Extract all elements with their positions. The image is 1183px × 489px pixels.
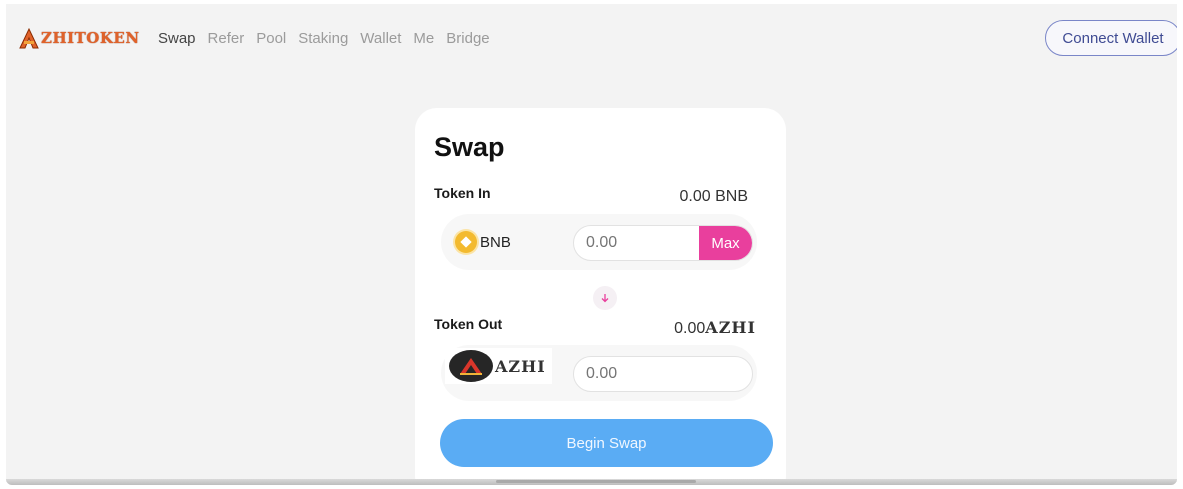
brand-logo[interactable]: ZHITOKEN	[18, 24, 140, 52]
main-nav: Swap Refer Pool Staking Wallet Me Bridge	[158, 30, 502, 47]
token-out-symbol: AZHI	[495, 356, 546, 376]
token-in-label: Token In	[434, 185, 491, 201]
token-in-selector[interactable]: BNB	[455, 231, 511, 253]
window-bottom-bezel	[6, 479, 1177, 485]
azhi-logo-icon	[449, 350, 493, 382]
token-out-balance-symbol: AZHI	[705, 318, 756, 337]
top-nav-bar: ZHITOKEN Swap Refer Pool Staking Wallet …	[6, 4, 1177, 68]
arrow-down-icon	[601, 294, 609, 303]
begin-swap-button[interactable]: Begin Swap	[440, 419, 773, 467]
nav-staking[interactable]: Staking	[298, 30, 348, 47]
token-out-row: AZHI	[441, 345, 757, 401]
token-in-row: BNB Max	[441, 214, 757, 270]
connect-wallet-button[interactable]: Connect Wallet	[1045, 20, 1177, 56]
token-out-selector[interactable]: AZHI	[445, 348, 552, 384]
nav-refer[interactable]: Refer	[208, 30, 245, 47]
swap-direction-button[interactable]	[593, 286, 617, 310]
nav-pool[interactable]: Pool	[256, 30, 286, 47]
token-out-amount-input[interactable]	[574, 357, 752, 391]
token-out-label: Token Out	[434, 316, 503, 332]
token-out-balance: 0.00AZHI	[674, 318, 756, 338]
nav-me[interactable]: Me	[413, 30, 434, 47]
swap-card: Swap Token In 0.00 BNB BNB Max Token Out…	[415, 108, 786, 482]
app-window: ZHITOKEN Swap Refer Pool Staking Wallet …	[6, 4, 1177, 482]
brand-wordmark: ZHITOKEN	[41, 29, 140, 47]
token-out-balance-value: 0.00	[674, 320, 706, 337]
max-button[interactable]: Max	[699, 226, 752, 260]
nav-swap[interactable]: Swap	[158, 30, 196, 47]
token-out-amount-field	[573, 356, 753, 392]
logo-mark-icon	[19, 27, 39, 49]
token-in-symbol: BNB	[480, 233, 511, 251]
token-in-amount-field: Max	[573, 225, 753, 261]
swap-title: Swap	[434, 132, 505, 162]
bnb-coin-icon	[455, 231, 477, 253]
token-in-balance: 0.00 BNB	[679, 188, 748, 205]
nav-wallet[interactable]: Wallet	[360, 30, 401, 47]
nav-bridge[interactable]: Bridge	[446, 30, 489, 47]
